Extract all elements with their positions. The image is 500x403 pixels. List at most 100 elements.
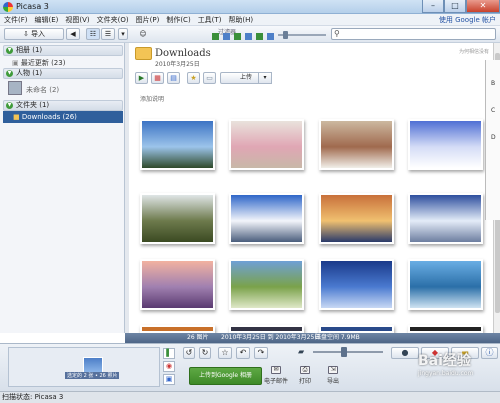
export-button[interactable]: ⇲ 导出 (320, 366, 346, 385)
status-date-range: 2010年3月25日 到 2010年3月25日 (221, 334, 321, 341)
watermark-main: Bai经验 (418, 353, 471, 369)
thumbnail-size-knob[interactable] (341, 347, 347, 357)
photo-thumbnail-green-valley[interactable] (229, 259, 304, 310)
person-avatar[interactable] (8, 81, 22, 95)
people-section-header[interactable]: ▼ 人物 (1) (3, 68, 123, 79)
menu-picture[interactable]: 图片(P) (136, 15, 160, 25)
picasa-logo-icon (3, 2, 13, 12)
rotate-cw-button[interactable]: ↷ (254, 347, 268, 359)
email-label: 电子邮件 (263, 378, 288, 385)
folder-title: Downloads (155, 48, 211, 59)
sidebar-item-downloads[interactable]: ■ Downloads (26) (3, 111, 123, 123)
people-icon: ☺ (139, 30, 147, 38)
import-button[interactable]: ⇩ 导入 (4, 28, 64, 40)
collapse-icon[interactable]: ▼ (6, 70, 13, 77)
sync-button[interactable]: ▭ (203, 72, 216, 84)
people-tool-button[interactable]: ☺ (136, 28, 150, 40)
clear-tray-button[interactable]: ◉ (163, 361, 175, 372)
video-filter-icon[interactable] (223, 33, 230, 40)
overlay-letter-d: D (491, 134, 496, 141)
folder-date: 2010年3月25日 (155, 61, 200, 68)
collapse-icon[interactable]: ▼ (6, 47, 13, 54)
close-button[interactable]: ✕ (466, 0, 500, 13)
add-description-link[interactable]: 添加说明 (140, 94, 164, 103)
google-account-link[interactable]: 使用 Google 帐户 (439, 16, 496, 24)
album-icon: ▣ (165, 375, 173, 383)
collage-button[interactable]: ▦ (151, 72, 164, 84)
clear-filter-icon[interactable] (267, 33, 274, 40)
geotag-filter-icon[interactable] (245, 33, 252, 40)
movie-button[interactable]: ▤ (167, 72, 180, 84)
photo-thumbnail-lake-reflection[interactable] (408, 259, 483, 310)
window-controls: – □ ✕ (422, 0, 500, 14)
photo-thumbnail-blue-mountains[interactable] (319, 259, 394, 310)
filter-slider-knob[interactable] (283, 31, 288, 39)
menu-file[interactable]: 文件(F) (4, 15, 28, 25)
tray-selection-label: 选定的 2 张 • 26 照片 (65, 372, 120, 379)
menu-bar: 文件(F) 编辑(E) 视图(V) 文件夹(O) 图片(P) 制作(C) 工具(… (0, 14, 500, 26)
redo-icon: ↷ (257, 348, 265, 357)
back-button[interactable]: ◀ (66, 28, 80, 40)
upload-dropdown-button[interactable]: ▾ (258, 72, 272, 84)
maximize-button[interactable]: □ (444, 0, 466, 13)
view-dropdown-button[interactable]: ▾ (118, 28, 128, 40)
photo-thumbnail-partial[interactable] (319, 325, 394, 333)
photo-thumbnail-girl-pink-dress[interactable] (229, 119, 304, 170)
folders-section-header[interactable]: ▼ 文件夹 (1) (3, 100, 123, 111)
people-pane-button[interactable]: ● (391, 347, 419, 359)
selection-tray[interactable]: 选定的 2 张 • 26 照片 (8, 347, 160, 387)
filter-buttons (212, 33, 274, 40)
tree-view-button[interactable]: ☰ (101, 28, 115, 40)
menu-create[interactable]: 制作(C) (166, 15, 190, 25)
photo-thumbnail-rocky-cliff[interactable] (140, 193, 215, 244)
album-icon: ▣ (12, 59, 21, 67)
photo-thumbnail-purple-field[interactable] (140, 259, 215, 310)
menu-view[interactable]: 视图(V) (65, 15, 89, 25)
albums-section-header[interactable]: ▼ 相册 (1) (3, 45, 123, 56)
disk-icon: ▭ (206, 74, 213, 82)
search-input[interactable]: ⚲ (331, 28, 496, 40)
watermark-sub: jingyan.baidu.com (418, 370, 474, 377)
people-filter-icon[interactable] (234, 33, 241, 40)
minimize-button[interactable]: – (422, 0, 444, 13)
star-filter-icon[interactable] (212, 33, 219, 40)
upload-filter-icon[interactable] (256, 33, 263, 40)
undo-icon: ↶ (239, 348, 247, 357)
person-icon: ● (401, 348, 409, 357)
rotate-ccw-button[interactable]: ↶ (236, 347, 250, 359)
email-button[interactable]: ✉ 电子邮件 (263, 366, 289, 385)
photo-thumbnail-snow-mountain-dark[interactable] (408, 193, 483, 244)
printer-icon: ⎙ (300, 366, 310, 374)
sidebar-item-recent[interactable]: ▣ 最近更新 (23) (12, 58, 65, 68)
star-button[interactable]: ☆ (218, 347, 232, 359)
photo-thumbnail-partial[interactable] (408, 325, 483, 333)
photo-thumbnail-snowy-trees[interactable] (408, 119, 483, 170)
hold-button[interactable]: ▌ (163, 348, 175, 359)
collapse-icon[interactable]: ▼ (6, 102, 13, 109)
photo-thumbnail-sunset-tree[interactable] (319, 193, 394, 244)
grid-icon: ☷ (89, 30, 97, 38)
rotate-right-button[interactable]: ↻ (199, 347, 211, 359)
photo-thumbnail-snow-peaks-blue[interactable] (229, 193, 304, 244)
menu-help[interactable]: 帮助(H) (228, 15, 253, 25)
share-folder-button[interactable]: ★ (187, 72, 200, 84)
add-to-album-button[interactable]: ▣ (163, 374, 175, 385)
upload-to-google-button[interactable]: 上传到Google 相册 (189, 367, 262, 385)
photo-thumbnail-partial[interactable] (140, 325, 215, 333)
tray-thumbnail[interactable] (83, 357, 103, 373)
recent-label: 最近更新 (23) (20, 59, 66, 67)
menu-folder[interactable]: 文件夹(O) (97, 15, 129, 25)
slideshow-button[interactable]: ▶ (135, 72, 148, 84)
thumbnail-size-slider[interactable] (313, 351, 383, 353)
photo-thumbnail-girl-sitting[interactable] (319, 119, 394, 170)
menu-edit[interactable]: 编辑(E) (35, 15, 59, 25)
sidebar-item-unnamed[interactable]: 未命名 (2) (26, 85, 59, 95)
photo-thumbnail-mountain-pine[interactable] (140, 119, 215, 170)
photo-thumbnail-partial[interactable] (229, 325, 304, 333)
rotate-left-button[interactable]: ↺ (183, 347, 195, 359)
menu-tools[interactable]: 工具(T) (198, 15, 222, 25)
back-icon: ◀ (70, 30, 76, 38)
library-view-button[interactable]: ☷ (86, 28, 100, 40)
print-button[interactable]: ⎙ 打印 (292, 366, 318, 385)
library-sidebar: ▼ 相册 (1) ▣ 最近更新 (23) ▼ 人物 (1) 未命名 (2) ▼ … (0, 43, 125, 333)
